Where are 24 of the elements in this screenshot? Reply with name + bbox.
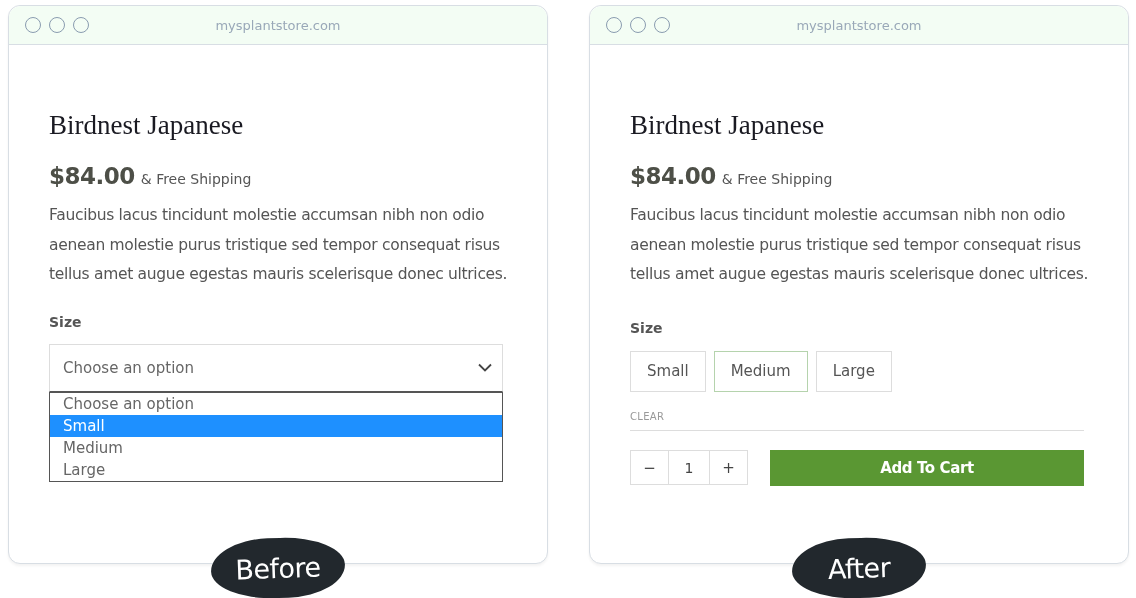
size-option[interactable]: Small	[630, 350, 706, 392]
url-text: mysplantstore.com	[795, 17, 923, 33]
quantity-field[interactable]: 1	[669, 450, 709, 485]
shipping-note: & Free Shipping	[721, 171, 833, 187]
size-option[interactable]: Large	[815, 350, 892, 392]
product-description: Faucibus lacus tincidunt molestie accumsan nibh non odio aenean molestie purus tristique sed tempor consequat risus tellus amet augue egestas mauris scelerisque donec ultrices.	[49, 205, 509, 285]
caption-badge: Before	[210, 535, 346, 598]
url-text: mysplantstore.com	[214, 17, 342, 33]
caption-badge: After	[791, 535, 927, 598]
product-title: Birdnest Japanese	[49, 109, 245, 141]
decrease-button[interactable]: −	[630, 450, 669, 485]
product-description: Faucibus lacus tincidunt molestie accumsan nibh non odio aenean molestie purus tristique sed tempor consequat risus tellus amet augue egestas mauris scelerisque donec ultrices.	[630, 205, 1090, 285]
size-select[interactable]: Choose an option	[49, 343, 503, 392]
size-label: Size	[49, 313, 83, 330]
increase-button[interactable]: +	[709, 450, 748, 485]
add-to-cart-button[interactable]: Add To Cart	[770, 449, 1084, 486]
shipping-note: & Free Shipping	[140, 171, 252, 187]
size-option[interactable]: Medium	[713, 350, 808, 392]
product-title: Birdnest Japanese	[630, 109, 826, 141]
chevron-down-icon	[478, 363, 492, 372]
size-label: Size	[630, 319, 664, 336]
product-price: $84.00	[49, 163, 135, 189]
product-price: $84.00	[630, 163, 716, 189]
option-item[interactable]: Small	[50, 414, 502, 437]
